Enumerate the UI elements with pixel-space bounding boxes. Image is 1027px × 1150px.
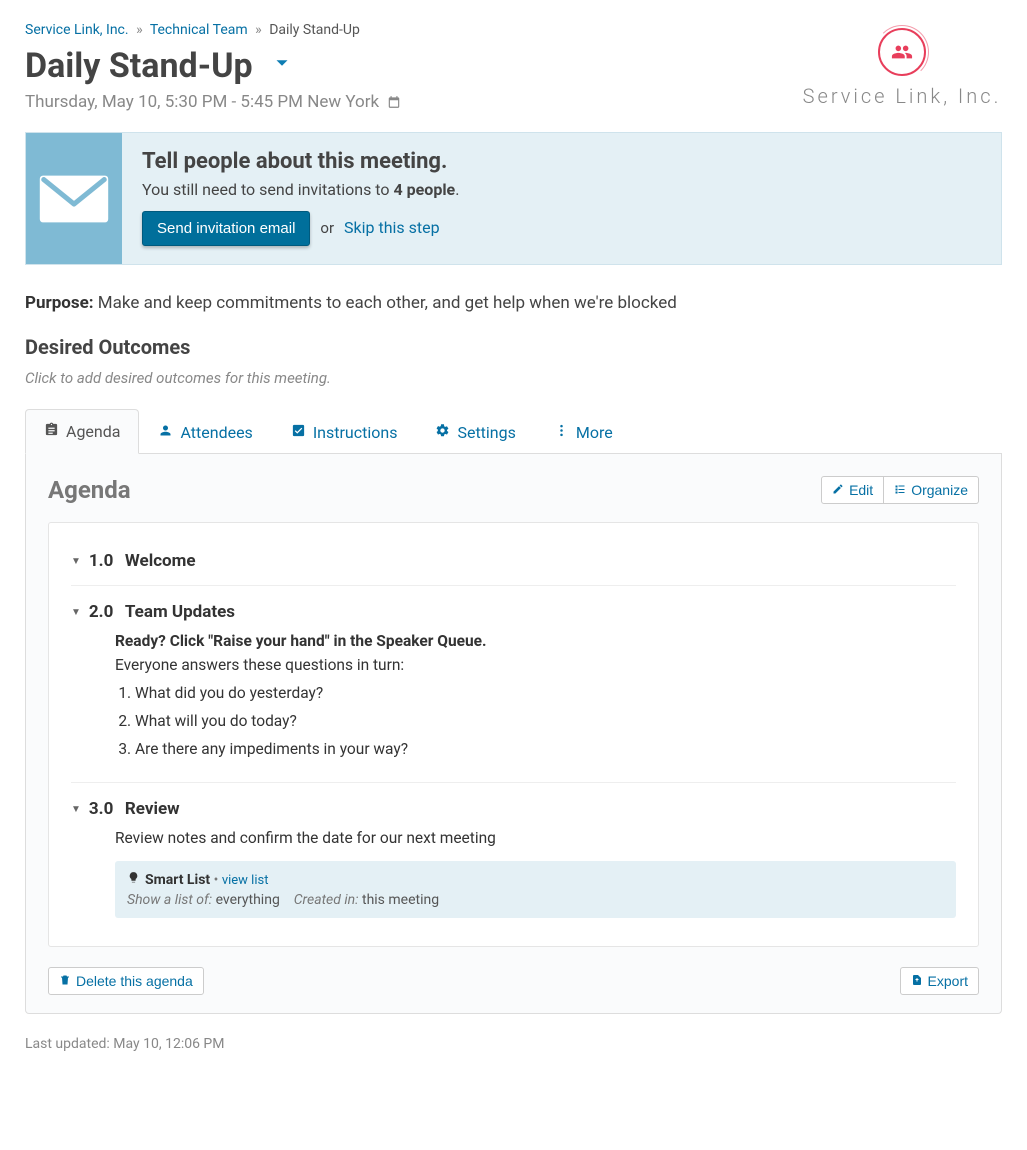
banner-text-pre: You still need to send invitations to xyxy=(142,180,393,199)
trash-icon xyxy=(59,973,71,989)
delete-agenda-label: Delete this agenda xyxy=(76,973,193,989)
smart-list-created-label: Created in: xyxy=(294,892,359,908)
tab-settings[interactable]: Settings xyxy=(416,410,534,454)
more-vertical-icon xyxy=(554,423,569,442)
banner-text-count: 4 people xyxy=(393,180,455,199)
agenda-pane: Agenda Edit Organize ▼ 1.0 Welcome xyxy=(25,454,1002,1014)
caret-down-icon: ▼ xyxy=(71,804,81,815)
tab-more-label: More xyxy=(576,423,613,442)
gear-icon xyxy=(435,423,450,442)
agenda-question: Are there any impediments in your way? xyxy=(135,740,956,758)
breadcrumb: Service Link, Inc. » Technical Team » Da… xyxy=(25,22,802,38)
breadcrumb-sep-icon: » xyxy=(251,22,266,38)
clipboard-icon xyxy=(44,422,59,441)
caret-down-icon: ▼ xyxy=(71,607,81,618)
export-button[interactable]: Export xyxy=(900,967,979,995)
agenda-item-welcome: ▼ 1.0 Welcome xyxy=(71,541,956,581)
agenda-item-header[interactable]: ▼ 3.0 Review xyxy=(71,799,956,819)
send-invitation-button[interactable]: Send invitation email xyxy=(142,211,310,246)
page-title-text: Daily Stand-Up xyxy=(25,46,253,86)
agenda-item-number: 1.0 xyxy=(89,551,117,571)
smart-list-label: Smart List xyxy=(145,872,210,888)
banner-or-text: or xyxy=(320,219,334,237)
desired-outcomes-placeholder[interactable]: Click to add desired outcomes for this m… xyxy=(25,369,1002,387)
agenda-item-title: Team Updates xyxy=(125,602,235,622)
agenda-question: What did you do yesterday? xyxy=(135,684,956,702)
agenda-item-header[interactable]: ▼ 2.0 Team Updates xyxy=(71,602,956,622)
page-title: Daily Stand-Up xyxy=(25,46,293,86)
agenda-item-header[interactable]: ▼ 1.0 Welcome xyxy=(71,551,956,571)
download-icon xyxy=(911,973,923,989)
skip-step-link[interactable]: Skip this step xyxy=(344,218,440,237)
caret-down-icon: ▼ xyxy=(71,556,81,567)
agenda-intro-text: Everyone answers these questions in turn… xyxy=(115,656,956,674)
tab-agenda[interactable]: Agenda xyxy=(25,409,139,454)
agenda-item-number: 3.0 xyxy=(89,799,117,819)
purpose-text: Make and keep commitments to each other,… xyxy=(98,293,677,313)
organize-button-label: Organize xyxy=(911,482,968,498)
company-logo: Service Link, Inc. xyxy=(802,22,1002,108)
export-label: Export xyxy=(928,973,968,989)
smart-list-box: Smart List • view list Show a list of: e… xyxy=(115,861,956,918)
smart-list-show-value: everything xyxy=(216,892,280,908)
tab-instructions-label: Instructions xyxy=(313,423,398,442)
agenda-item-team-updates: ▼ 2.0 Team Updates Ready? Click "Raise y… xyxy=(71,585,956,778)
agenda-item-title: Welcome xyxy=(125,551,196,571)
person-icon xyxy=(158,423,173,442)
purpose-label: Purpose: xyxy=(25,293,94,313)
tab-settings-label: Settings xyxy=(457,423,515,442)
tab-instructions[interactable]: Instructions xyxy=(272,410,417,454)
calendar-icon[interactable] xyxy=(387,94,401,114)
company-logo-text: Service Link, Inc. xyxy=(802,84,1002,108)
agenda-ready-line: Ready? Click "Raise your hand" in the Sp… xyxy=(115,632,487,650)
smart-list-title: Smart List xyxy=(127,871,210,888)
smart-list-created-value: this meeting xyxy=(362,892,439,908)
agenda-question: What will you do today? xyxy=(135,712,956,730)
view-list-link[interactable]: view list xyxy=(222,873,269,888)
agenda-review-text: Review notes and confirm the date for ou… xyxy=(115,829,956,847)
last-updated: Last updated: May 10, 12:06 PM xyxy=(25,1036,1002,1052)
edit-button-label: Edit xyxy=(849,482,873,498)
invitation-banner: Tell people about this meeting. You stil… xyxy=(25,132,1002,265)
chevron-down-icon[interactable] xyxy=(271,52,293,80)
smart-list-show-label: Show a list of: xyxy=(127,892,212,908)
tab-attendees-label: Attendees xyxy=(180,423,252,442)
pane-title: Agenda xyxy=(48,476,131,504)
delete-agenda-button[interactable]: Delete this agenda xyxy=(48,967,204,995)
breadcrumb-current: Daily Stand-Up xyxy=(269,22,360,38)
edit-button[interactable]: Edit xyxy=(821,476,884,504)
banner-text-post: . xyxy=(455,180,459,199)
organize-button[interactable]: Organize xyxy=(884,476,979,504)
tab-bar: Agenda Attendees Instructions Settings M… xyxy=(25,409,1002,454)
agenda-item-number: 2.0 xyxy=(89,602,117,622)
tab-more[interactable]: More xyxy=(535,410,632,454)
banner-title: Tell people about this meeting. xyxy=(142,149,459,174)
envelope-icon xyxy=(26,133,122,264)
agenda-item-title: Review xyxy=(125,799,180,819)
meeting-datetime: Thursday, May 10, 5:30 PM - 5:45 PM New … xyxy=(25,92,802,114)
checklist-icon xyxy=(291,423,306,442)
agenda-item-review: ▼ 3.0 Review Review notes and confirm th… xyxy=(71,782,956,928)
tab-agenda-label: Agenda xyxy=(66,422,120,441)
pencil-icon xyxy=(832,482,844,498)
banner-text: You still need to send invitations to 4 … xyxy=(142,180,459,199)
breadcrumb-team[interactable]: Technical Team xyxy=(150,22,248,38)
tab-attendees[interactable]: Attendees xyxy=(139,410,271,454)
people-icon xyxy=(878,28,926,76)
meeting-datetime-text: Thursday, May 10, 5:30 PM - 5:45 PM New … xyxy=(25,92,379,112)
agenda-list: ▼ 1.0 Welcome ▼ 2.0 Team Updates Ready? … xyxy=(48,522,979,947)
purpose-row[interactable]: Purpose: Make and keep commitments to ea… xyxy=(25,293,1002,313)
list-icon xyxy=(894,482,906,498)
breadcrumb-org[interactable]: Service Link, Inc. xyxy=(25,22,129,38)
breadcrumb-sep-icon: » xyxy=(132,22,147,38)
lightbulb-icon xyxy=(127,871,140,888)
desired-outcomes-heading: Desired Outcomes xyxy=(25,335,1002,359)
